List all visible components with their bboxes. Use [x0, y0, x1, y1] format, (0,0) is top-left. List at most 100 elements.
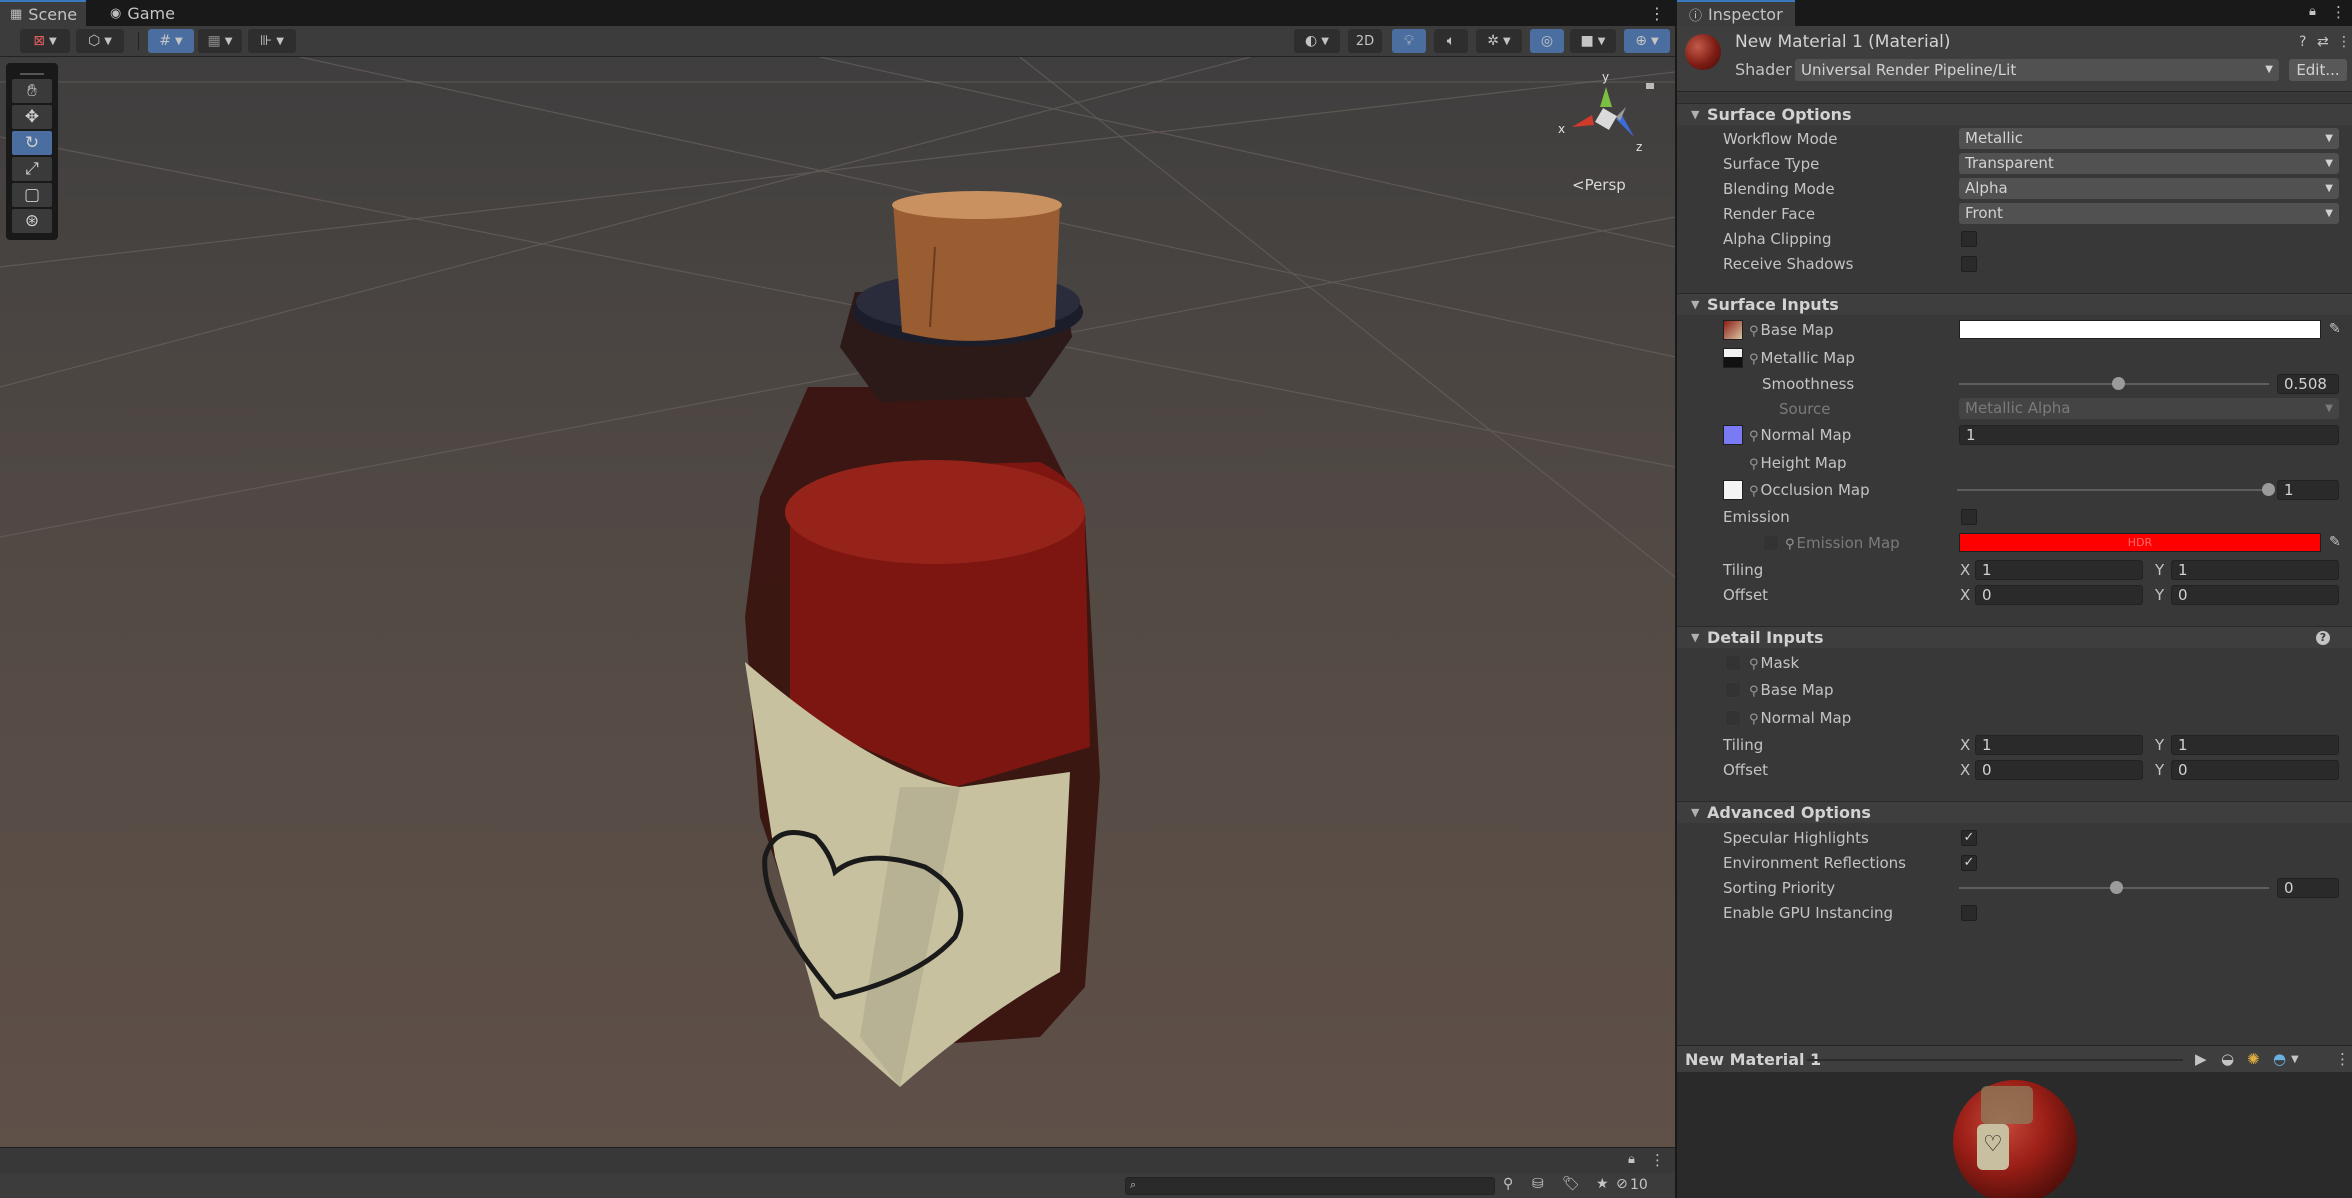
emission-map-slot[interactable] — [1763, 535, 1779, 551]
chevron-down-icon[interactable]: ▼ — [2291, 1054, 2299, 1065]
grid-visibility-button[interactable]: ▦ ▼ — [198, 29, 242, 53]
move-tool-button[interactable]: ✥ — [12, 105, 52, 129]
offset-x-field[interactable]: 0 — [1975, 585, 2143, 605]
blending-mode-dropdown[interactable]: Alpha ▼ — [1959, 178, 2339, 199]
render-face-dropdown[interactable]: Front ▼ — [1959, 203, 2339, 224]
help-icon[interactable]: ? — [2316, 631, 2330, 645]
base-map-color[interactable] — [1959, 320, 2321, 339]
camera-settings-button[interactable]: ■ ▼ — [1570, 29, 1616, 53]
normal-scale-field[interactable]: 1 — [1959, 425, 2339, 445]
shading-mode-button[interactable]: ⬡ ▼ — [76, 29, 124, 53]
offset-y-field[interactable]: 0 — [2171, 585, 2339, 605]
detail-base-map-slot[interactable] — [1725, 682, 1741, 698]
detail-mask-slot[interactable] — [1725, 655, 1741, 671]
emission-checkbox[interactable] — [1961, 509, 1977, 525]
surface-type-dropdown[interactable]: Transparent ▼ — [1959, 153, 2339, 174]
detail-inputs-header[interactable]: ▼ Detail Inputs ? — [1677, 626, 2352, 648]
palette-grip[interactable] — [20, 67, 44, 75]
play-icon[interactable]: ▶ — [2195, 1050, 2207, 1068]
scene-menu-icon[interactable]: ⋮ — [1648, 0, 1666, 26]
projection-label[interactable]: <Persp — [1572, 176, 1626, 194]
occlusion-field[interactable]: 1 — [2277, 480, 2339, 500]
filter-type-icon[interactable]: ⛁ — [1532, 1176, 1544, 1192]
help-icon[interactable]: ? — [2299, 34, 2306, 50]
rect-tool-button[interactable]: ▢ — [12, 183, 52, 207]
grid-snap-button[interactable]: # ▼ — [148, 29, 194, 53]
tab-inspector[interactable]: ⓘ Inspector — [1677, 0, 1795, 26]
inspector-menu-icon[interactable]: ⋮ — [2331, 3, 2346, 21]
preview-shape-icon[interactable]: ◒ — [2221, 1050, 2234, 1068]
hidden-eye-icon[interactable]: ⊘ — [1616, 1176, 1628, 1192]
lock-icon[interactable]: 🔒︎ — [1628, 1152, 1635, 1167]
gizmos-button[interactable]: ⊕ ▼ — [1624, 29, 1670, 53]
alpha-clipping-checkbox[interactable] — [1961, 231, 1977, 247]
shader-dropdown[interactable]: Universal Render Pipeline/Lit ▼ — [1795, 59, 2279, 81]
label-icon[interactable]: 🏷︎ — [1562, 1176, 1580, 1192]
tiling-y-field[interactable]: 1 — [2171, 560, 2339, 580]
emission-color[interactable]: HDR — [1959, 533, 2321, 552]
footer-menu-icon[interactable]: ⋮ — [1650, 1151, 1665, 1169]
eyedropper-icon[interactable]: ✎ — [2329, 534, 2341, 550]
base-map-texture-slot[interactable] — [1723, 320, 1743, 340]
potion-bottle[interactable] — [745, 191, 1100, 1087]
smoothness-field[interactable]: 0.508 — [2277, 374, 2339, 394]
transform-tool-button[interactable]: ⊛ — [12, 209, 52, 233]
material-preview[interactable]: ♡ — [1677, 1072, 2352, 1198]
preview-drag-handle[interactable] — [1807, 1059, 2183, 1061]
normal-map-texture-slot[interactable] — [1723, 425, 1743, 445]
tab-game[interactable]: ◉ Game — [100, 0, 180, 26]
audio-toggle-button[interactable]: 🔈︎ — [1434, 29, 1468, 53]
scale-tool-button[interactable]: ⤢ — [12, 157, 52, 181]
rotate-tool-button[interactable]: ↻ — [12, 131, 52, 155]
detail-offset-y-field[interactable]: 0 — [2171, 760, 2339, 780]
scene-viewport[interactable]: ✋︎ ✥ ↻ ⤢ ▢ ⊛ y x z <Persp — [0, 57, 1675, 1147]
mode-2d-button[interactable]: 2D — [1348, 29, 1382, 53]
sorting-priority-field[interactable]: 0 — [2277, 878, 2339, 898]
grid-snap-icon: # — [159, 33, 172, 49]
tiling-x-field[interactable]: 1 — [1975, 560, 2143, 580]
search-filter-icon[interactable]: ⚲ — [1503, 1176, 1513, 1192]
presets-icon[interactable]: ⇄ — [2317, 34, 2329, 50]
metallic-map-texture-slot[interactable] — [1723, 348, 1743, 368]
star-icon[interactable]: ★ — [1596, 1176, 1609, 1192]
draw-settings-button[interactable]: ◐ ▼ — [1294, 29, 1340, 53]
effects-button[interactable]: ✲ ▼ — [1476, 29, 1522, 53]
scene-visibility-button[interactable]: ◎ — [1530, 29, 1564, 53]
camera-icon: ■ — [1580, 33, 1594, 49]
sorting-priority-slider-thumb[interactable] — [2110, 881, 2123, 894]
gpu-instancing-checkbox[interactable] — [1961, 905, 1977, 921]
preview-sphere-icon[interactable]: ◓ — [2273, 1050, 2286, 1068]
occlusion-slider-track[interactable] — [1957, 489, 2269, 491]
detail-offset-x-field[interactable]: 0 — [1975, 760, 2143, 780]
context-menu-icon[interactable]: ⋮ — [2337, 34, 2351, 50]
lighting-toggle-button[interactable]: 💡︎ — [1392, 29, 1426, 53]
surface-inputs-header[interactable]: ▼ Surface Inputs — [1677, 293, 2352, 315]
preview-menu-icon[interactable]: ⋮ — [2335, 1050, 2350, 1068]
texture-link-icon: ⚲ — [1749, 684, 1759, 699]
preview-light-icon[interactable]: ✺ — [2247, 1050, 2260, 1068]
increment-snap-button[interactable]: ⊪ ▼ — [248, 29, 296, 53]
workflow-mode-dropdown[interactable]: Metallic ▼ — [1959, 128, 2339, 149]
hand-tool-button[interactable]: ✋︎ — [12, 79, 52, 103]
specular-highlights-checkbox[interactable]: ✓ — [1961, 830, 1977, 846]
detail-normal-map-slot[interactable] — [1725, 710, 1741, 726]
orientation-gizmo[interactable]: y x z — [1550, 67, 1660, 157]
eyedropper-icon[interactable]: ✎ — [2329, 321, 2341, 337]
source-dropdown[interactable]: Metallic Alpha ▼ — [1959, 398, 2339, 419]
smoothness-slider-thumb[interactable] — [2112, 377, 2125, 390]
receive-shadows-checkbox[interactable] — [1961, 256, 1977, 272]
hierarchy-search-input[interactable]: ⌕ — [1125, 1177, 1495, 1195]
draw-mode-button[interactable]: ⊠ ▼ — [20, 29, 70, 53]
lock-icon[interactable]: 🔒︎ — [2309, 4, 2316, 19]
workflow-mode-label: Workflow Mode — [1723, 130, 1838, 148]
edit-shader-button[interactable]: Edit... — [2289, 59, 2347, 81]
environment-reflections-checkbox[interactable]: ✓ — [1961, 855, 1977, 871]
occlusion-slider-thumb[interactable] — [2262, 483, 2275, 496]
detail-tiling-x-field[interactable]: 1 — [1975, 735, 2143, 755]
detail-tiling-y-field[interactable]: 1 — [2171, 735, 2339, 755]
occlusion-map-texture-slot[interactable] — [1723, 480, 1743, 500]
surface-options-header[interactable]: ▼ Surface Options — [1677, 103, 2352, 125]
tab-scene[interactable]: ▦ Scene — [0, 0, 86, 26]
advanced-options-header[interactable]: ▼ Advanced Options — [1677, 801, 2352, 823]
preview-header[interactable]: New Material 1 ▶ ◒ ✺ ◓ ▼ ⋮ — [1677, 1045, 2352, 1072]
